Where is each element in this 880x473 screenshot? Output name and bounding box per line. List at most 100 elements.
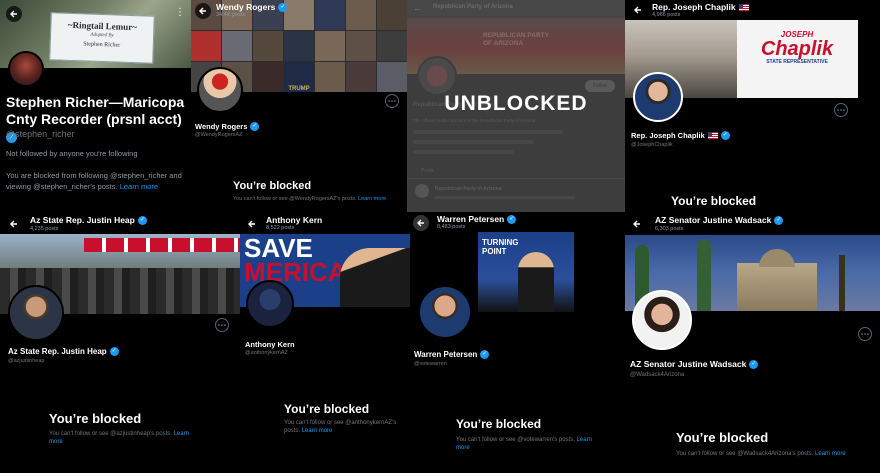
post-count: 4,235 posts [30,226,59,232]
profile-name: Warren Petersen ✓ [414,350,490,359]
logo-sub-text: STATE REPRESENTATIVE [766,59,828,65]
back-button[interactable] [244,216,260,232]
header-name-text: Az State Rep. Justin Heap [30,215,135,225]
header-name-text: Rep. Joseph Chaplik [652,2,736,12]
collage-tile [346,0,376,30]
avatar [417,56,457,96]
trump-tile: TRUMP [284,62,314,92]
avatar [633,72,683,122]
back-arrow-icon [248,220,255,228]
more-options-button[interactable]: ⋯ [385,94,399,108]
verified-badge-icon: ✓ [749,359,759,369]
header-name-text: Warren Petersen [437,214,505,224]
panel-stephen-richer: ~Ringtail Lemur~ Adopted By Stephen Rich… [0,0,191,212]
profile-name-text: Wendy Rogers [195,122,248,131]
more-options-button[interactable]: ⋯ [215,318,229,332]
post-count: 6,303 posts [655,226,684,232]
collage-tile [284,31,314,61]
banner-logo-text: REPUBLICAN PARTY OF ARIZONA [483,32,549,48]
collage-tile [315,31,345,61]
header-name-text: AZ Senator Justine Wadsack [655,215,772,225]
blocked-text: You can't follow or see @votewarren's po… [456,437,577,443]
faded-line [435,196,575,199]
post-count: 34.4K posts [216,12,246,18]
more-options-button[interactable]: ⋯ [858,327,872,341]
capitol-dome [759,249,795,267]
verified-badge-icon: ✓ [278,2,288,12]
avatar [418,285,472,339]
blocked-message: You can't follow or see @WendyRogersAZ's… [233,196,401,203]
back-arrow-icon [417,219,424,227]
blocked-message: You can't follow or see @azjustinheap's … [49,430,199,446]
cactus [697,239,711,311]
more-vertical-icon[interactable]: ⋮ [175,8,185,18]
back-button[interactable] [630,2,646,18]
header-name: Warren Petersen ✓ [437,214,517,224]
faded-line [413,130,563,134]
back-button[interactable] [6,6,22,22]
post-author: Republican Party of Arizona [435,186,502,192]
unblocked-overlay: UNBLOCKED [444,92,588,115]
verified-badge-icon: ✓ [109,347,119,356]
back-button[interactable] [195,3,211,19]
collage-tile [346,62,376,92]
profile-handle: @Wadsack4Arizona [630,372,685,378]
verified-badge-icon: ✓ [137,215,147,225]
collage-tile [315,0,345,30]
verified-badge-icon: ✓ [720,131,730,140]
learn-more-link[interactable]: Learn more [120,182,158,191]
back-button[interactable] [413,215,429,231]
follow-button[interactable]: Follow [585,80,615,92]
avatar [8,51,44,87]
learn-more-link[interactable]: Learn more [815,451,846,457]
banner-text: SAVE MERICA [244,235,347,287]
profile-name: AZ Senator Justine Wadsack ✓ [630,359,759,369]
profile-name-text: Warren Petersen [414,350,478,359]
sign-line-3: Stephen Richer [83,41,121,49]
back-arrow-icon [199,7,206,15]
rally-signs [84,238,240,252]
learn-more-link[interactable]: Learn more [302,428,333,434]
panel-justine-wadsack: AZ Senator Justine Wadsack ✓ 6,303 posts… [625,212,880,473]
profile-name: Wendy Rogers ✓ [195,122,260,131]
banner-line-2: MERICA [244,257,347,287]
back-button[interactable] [6,216,22,232]
blocked-title: You’re blocked [671,194,757,208]
profile-name: Anthony Kern [245,340,295,349]
profile-name-text: Rep. Joseph Chaplik [631,131,705,140]
blocked-title: You’re blocked [49,411,142,426]
back-arrow-icon [634,6,641,14]
post-count: 8,483 posts [437,224,466,230]
panel-anthony-kern: Anthony Kern 8,522 posts SAVE MERICA Ant… [240,212,410,473]
followed-by-text: Not followed by anyone you're following [6,149,138,158]
profile-name: Rep. Joseph Chaplik ✓ [631,131,730,140]
profile-handle: @WendyRogersAZ [195,132,243,138]
more-options-button[interactable]: ⋯ [834,103,848,117]
azgop-header: ← Republican Party of Arizona [407,0,625,18]
profile-name-text: Az State Rep. Justin Heap [8,347,107,356]
posts-tab[interactable]: Posts [421,168,434,174]
collage-tile [222,31,252,61]
speaker-figure [518,252,554,312]
profile-handle: @azjustinheap [8,358,45,364]
profile-handle: @votewarren [414,361,447,367]
learn-more-link[interactable]: Learn more [358,196,386,202]
header-name: Wendy Rogers ✓ [216,2,288,12]
panel-justin-heap: Az State Rep. Justin Heap ✓ 4,235 posts … [0,212,240,473]
blocked-text: You can't follow or see @azjustinheap's … [49,431,174,437]
banner-line-2: OF ARIZONA [483,40,524,47]
verified-badge-icon: ✓ [250,122,260,131]
collage-tile [253,31,283,61]
verified-badge-icon: ✓ [480,350,490,359]
back-button[interactable] [629,216,645,232]
us-flag-icon [707,132,718,139]
blocked-message: You can't follow or see @Wadsack4Arizona… [676,450,866,458]
collage-tile [377,62,407,92]
blocked-message: You are blocked from following @stephen_… [6,170,182,192]
back-arrow-icon[interactable]: ← [413,3,422,13]
post-count: 4,966 posts [652,12,681,18]
collage-tile [346,31,376,61]
back-arrow-icon [10,10,17,18]
collage-tile [377,0,407,30]
collage-tile [315,62,345,92]
